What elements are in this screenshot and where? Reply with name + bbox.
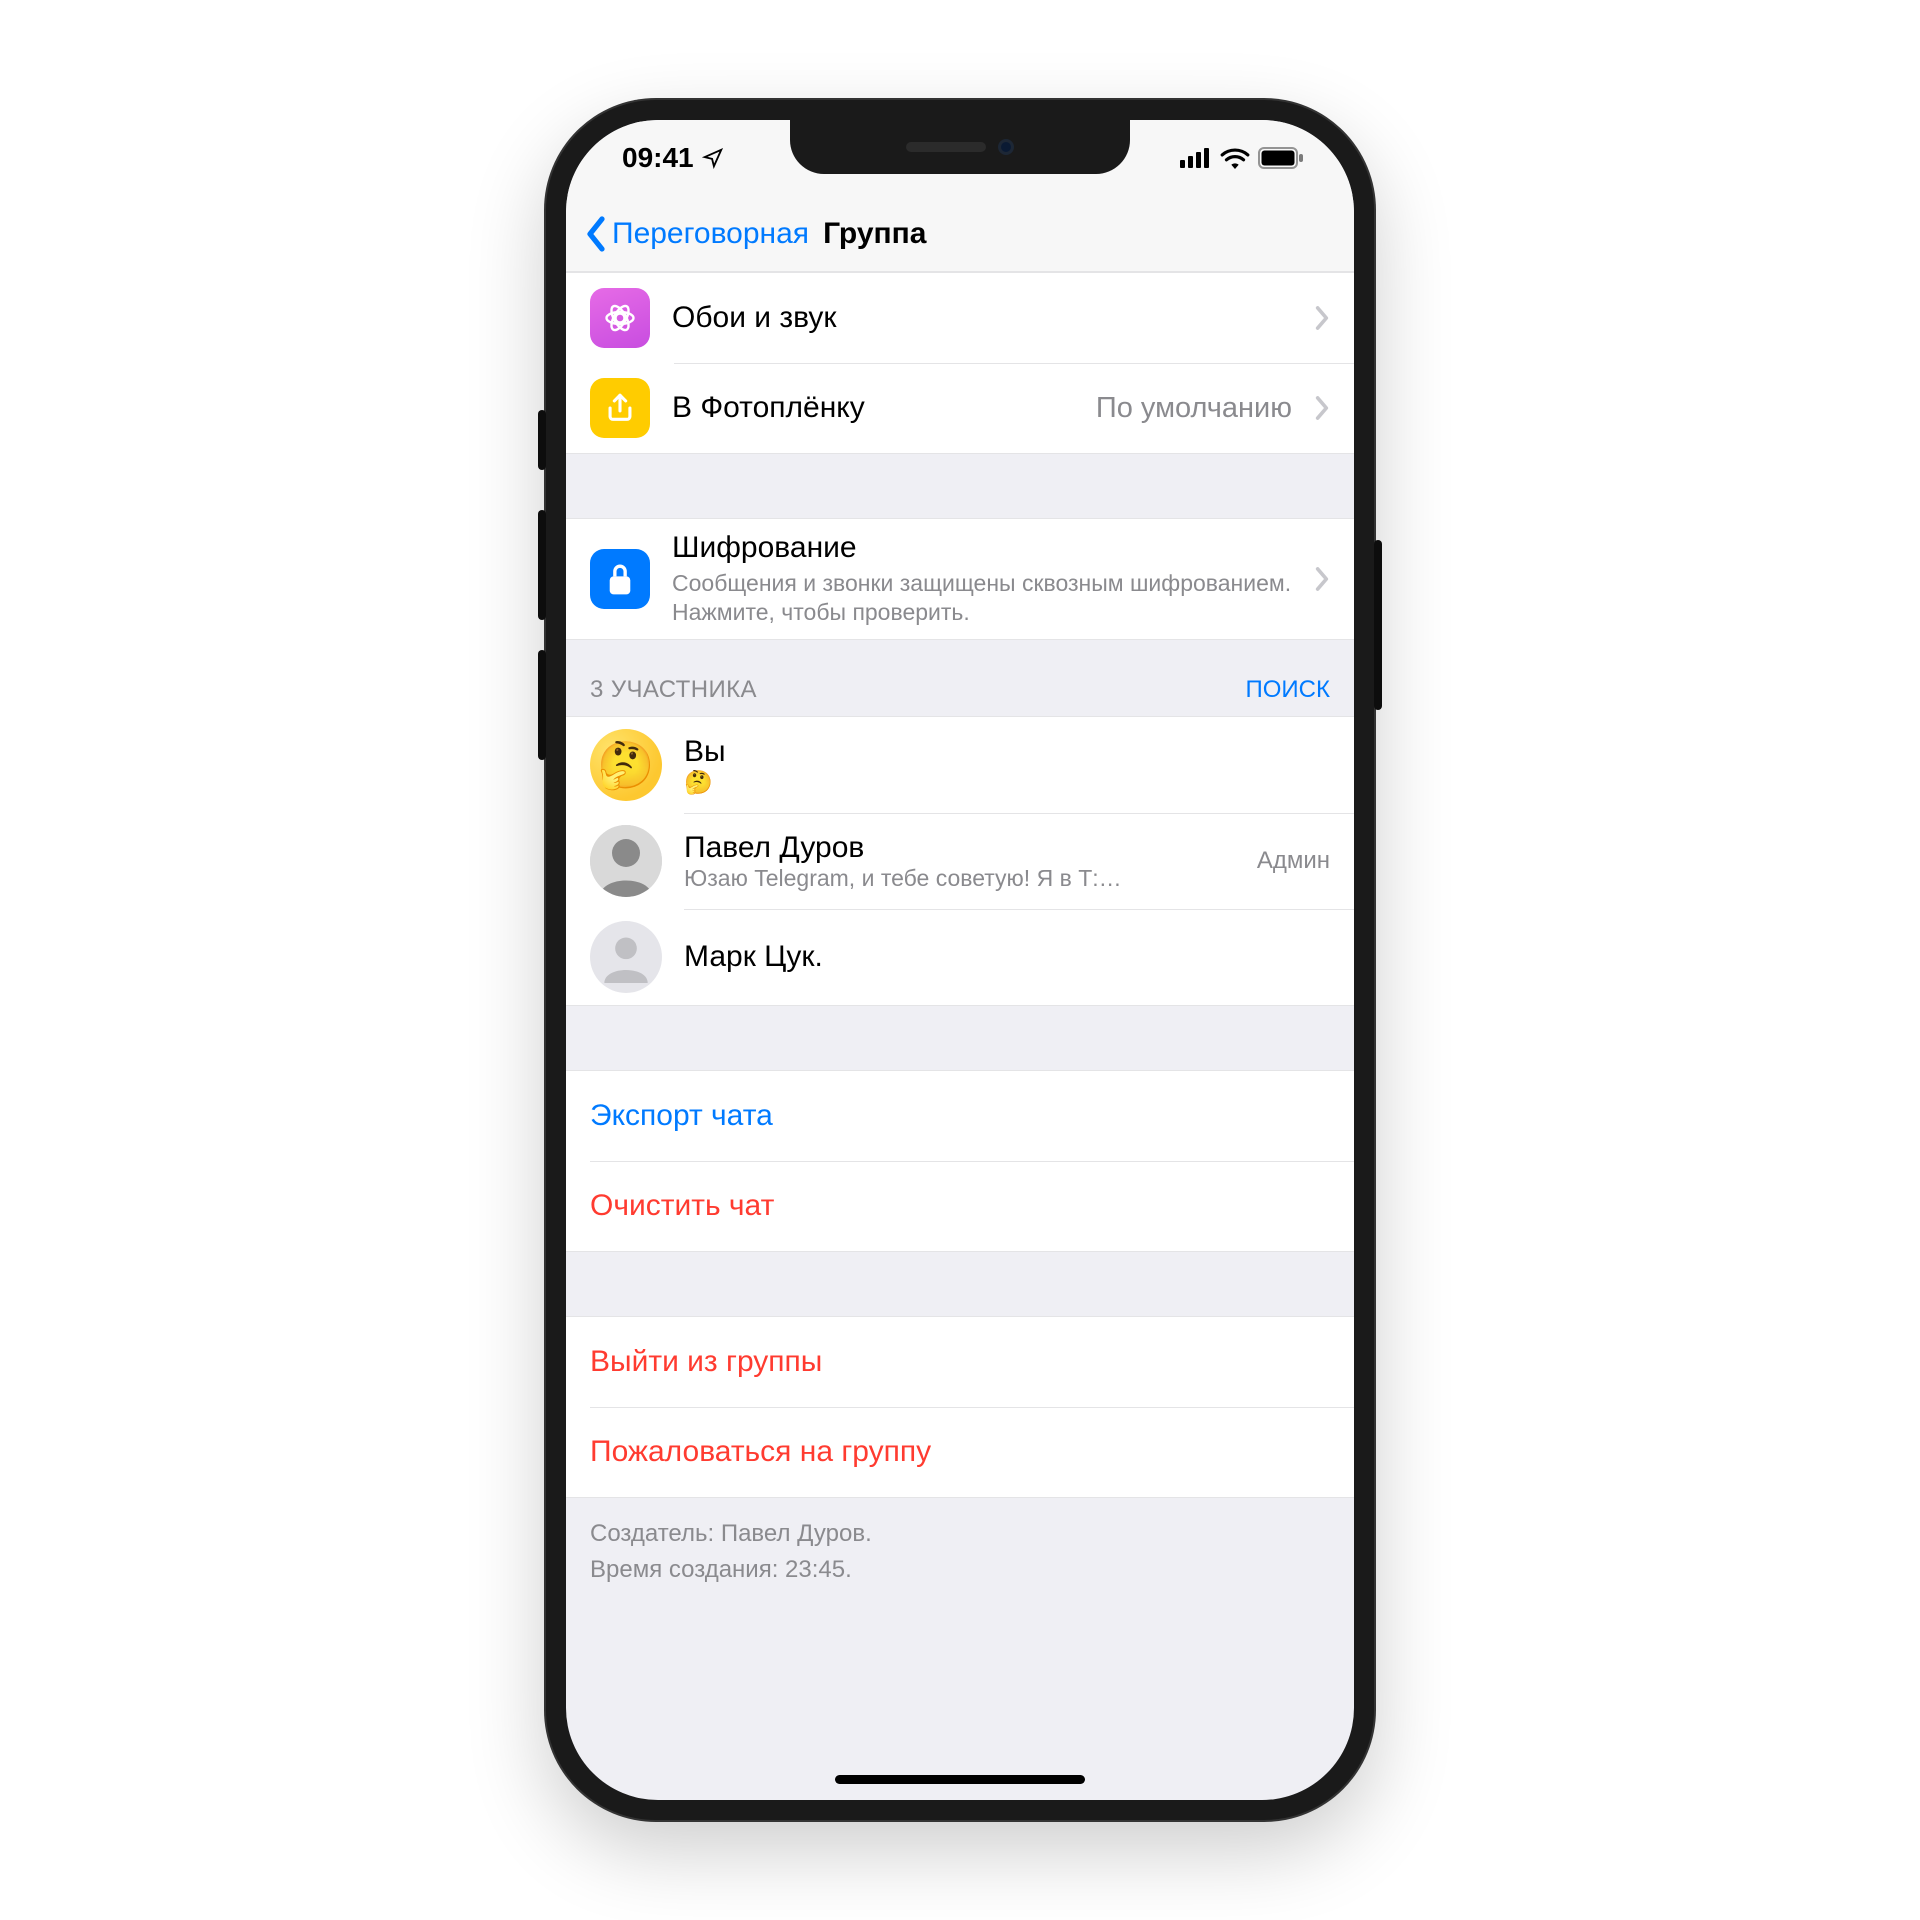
wallpaper-icon (590, 288, 650, 348)
status-time: 09:41 (622, 142, 694, 174)
back-button[interactable]: Переговорная (584, 216, 809, 252)
member-row-you[interactable]: 🤔 Вы 🤔 (566, 717, 1354, 813)
row-subtitle: Сообщения и звонки защищены сквозным шиф… (672, 569, 1292, 627)
export-chat-button[interactable]: Экспорт чата (566, 1071, 1354, 1161)
members-search-button[interactable]: ПОИСК (1246, 676, 1330, 704)
chevron-left-icon (584, 216, 608, 252)
member-status: 🤔 (684, 769, 1330, 796)
row-title: В Фотоплёнку (672, 391, 1074, 425)
footer-creator: Создатель: Павел Дуров. (590, 1516, 1330, 1552)
avatar: 🤔 (590, 729, 662, 801)
export-icon (590, 378, 650, 438)
chevron-right-icon (1314, 305, 1330, 331)
navigation-bar: Переговорная Группа (566, 196, 1354, 272)
report-group-button[interactable]: Пожаловаться на группу (566, 1407, 1354, 1497)
row-value: По умолчанию (1096, 392, 1292, 425)
row-wallpaper-sound[interactable]: Обои и звук (566, 273, 1354, 363)
member-name: Павел Дуров (684, 831, 1235, 865)
home-indicator[interactable] (835, 1775, 1085, 1784)
row-title: Шифрование (672, 531, 1292, 565)
leave-group-button[interactable]: Выйти из группы (566, 1317, 1354, 1407)
chevron-right-icon (1314, 566, 1330, 592)
members-header: 3 УЧАСТНИКА ПОИСК (566, 640, 1354, 716)
row-encryption[interactable]: Шифрование Сообщения и звонки защищены с… (566, 519, 1354, 639)
action-label: Пожаловаться на группу (590, 1435, 931, 1469)
member-role: Админ (1257, 847, 1330, 875)
row-title: Обои и звук (672, 301, 1292, 335)
clear-chat-button[interactable]: Очистить чат (566, 1161, 1354, 1251)
member-row-mark[interactable]: Марк Цук. (566, 909, 1354, 1005)
footer-info: Создатель: Павел Дуров. Время создания: … (566, 1498, 1354, 1628)
action-label: Очистить чат (590, 1189, 774, 1223)
avatar (590, 825, 662, 897)
row-save-to-photos[interactable]: В Фотоплёнку По умолчанию (566, 363, 1354, 453)
back-label: Переговорная (612, 217, 809, 251)
wifi-icon (1220, 147, 1250, 169)
page-title: Группа (823, 217, 926, 251)
member-name: Вы (684, 735, 1330, 769)
members-count-label: 3 УЧАСТНИКА (590, 676, 757, 704)
chevron-right-icon (1314, 395, 1330, 421)
cellular-icon (1180, 148, 1212, 168)
avatar (590, 921, 662, 993)
lock-icon (590, 549, 650, 609)
member-row-pavel[interactable]: Павел Дуров Юзаю Telegram, и тебе совету… (566, 813, 1354, 909)
member-name: Марк Цук. (684, 940, 1330, 974)
action-label: Экспорт чата (590, 1099, 773, 1133)
footer-created-at: Время создания: 23:45. (590, 1552, 1330, 1588)
location-icon (702, 147, 724, 169)
battery-icon (1258, 147, 1304, 169)
action-label: Выйти из группы (590, 1345, 822, 1379)
member-status: Юзаю Telegram, и тебе советую! Я в Т:… (684, 865, 1235, 892)
